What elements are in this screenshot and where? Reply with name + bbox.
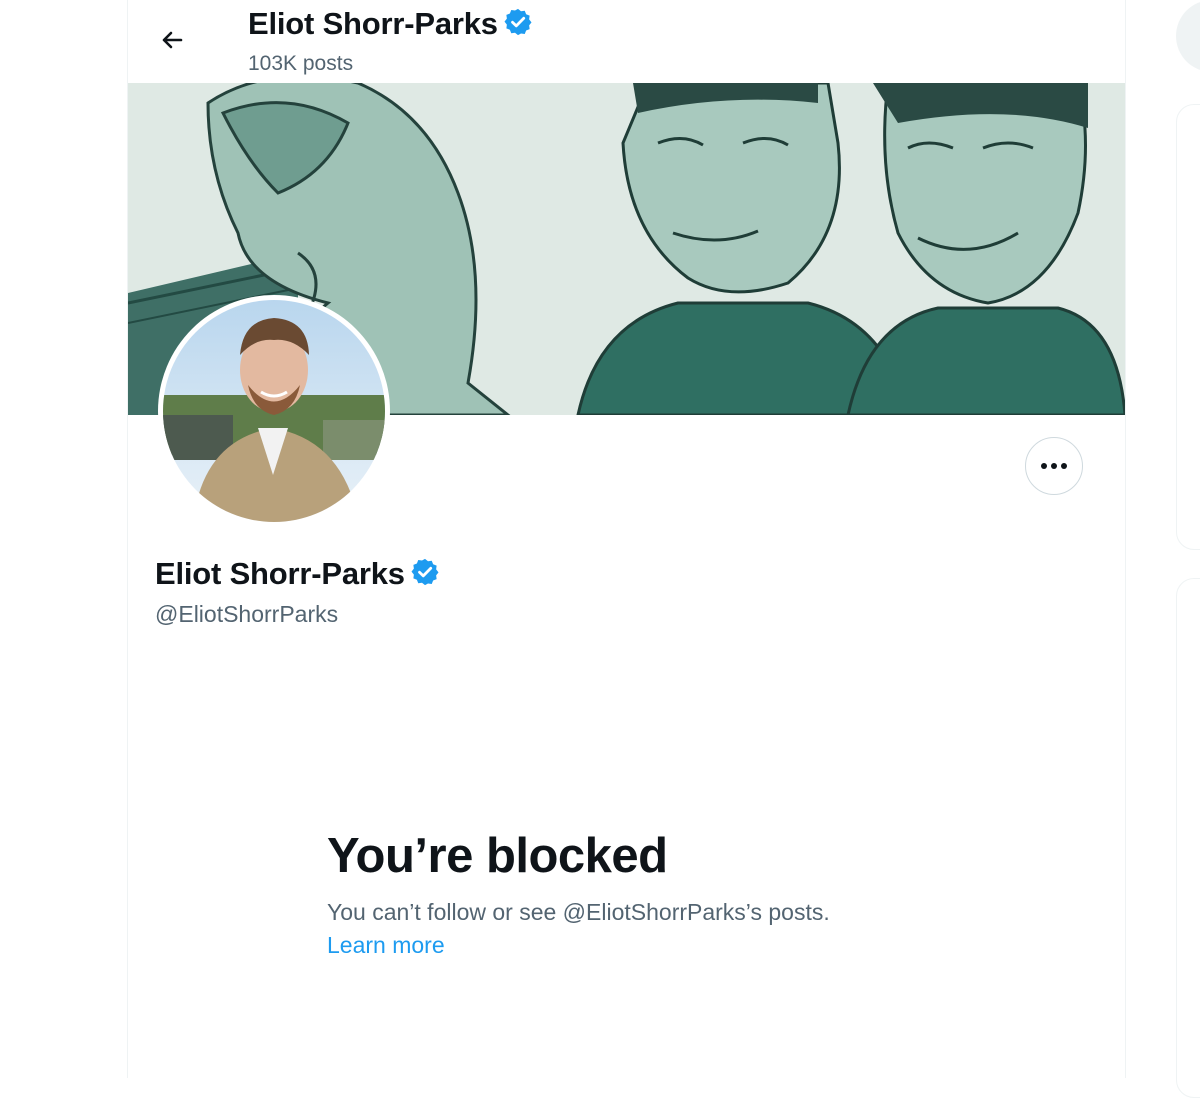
- sidebar-card-top: [1176, 104, 1200, 550]
- header-title-row: Eliot Shorr-Parks: [248, 6, 533, 42]
- header-name: Eliot Shorr-Parks: [248, 6, 498, 41]
- blocked-message: You can’t follow or see @EliotShorrParks…: [327, 899, 830, 925]
- more-options-button[interactable]: [1025, 437, 1083, 495]
- back-button[interactable]: [152, 20, 192, 60]
- profile-column: Eliot Shorr-Parks 103K posts Eliot Shorr…: [127, 0, 1126, 1078]
- profile-name-row: Eliot Shorr-Parks: [155, 556, 440, 592]
- verified-badge-icon[interactable]: [410, 557, 440, 592]
- back-arrow-icon: [162, 31, 183, 49]
- profile-handle: @EliotShorrParks: [155, 601, 339, 627]
- header-posts-count: 103K posts: [248, 52, 354, 75]
- blocked-notice: You’re blocked You can’t follow or see @…: [327, 826, 967, 962]
- profile-name: Eliot Shorr-Parks: [155, 556, 405, 591]
- more-options-icon: [1041, 463, 1067, 469]
- search-box-edge[interactable]: [1176, 0, 1200, 72]
- profile-header-bar: Eliot Shorr-Parks 103K posts: [128, 0, 1125, 83]
- blocked-title: You’re blocked: [327, 829, 668, 883]
- sidebar-card-bottom: [1176, 578, 1200, 1098]
- verified-badge-icon[interactable]: [503, 7, 533, 42]
- profile-avatar[interactable]: [158, 295, 390, 527]
- learn-more-link[interactable]: Learn more: [327, 929, 445, 962]
